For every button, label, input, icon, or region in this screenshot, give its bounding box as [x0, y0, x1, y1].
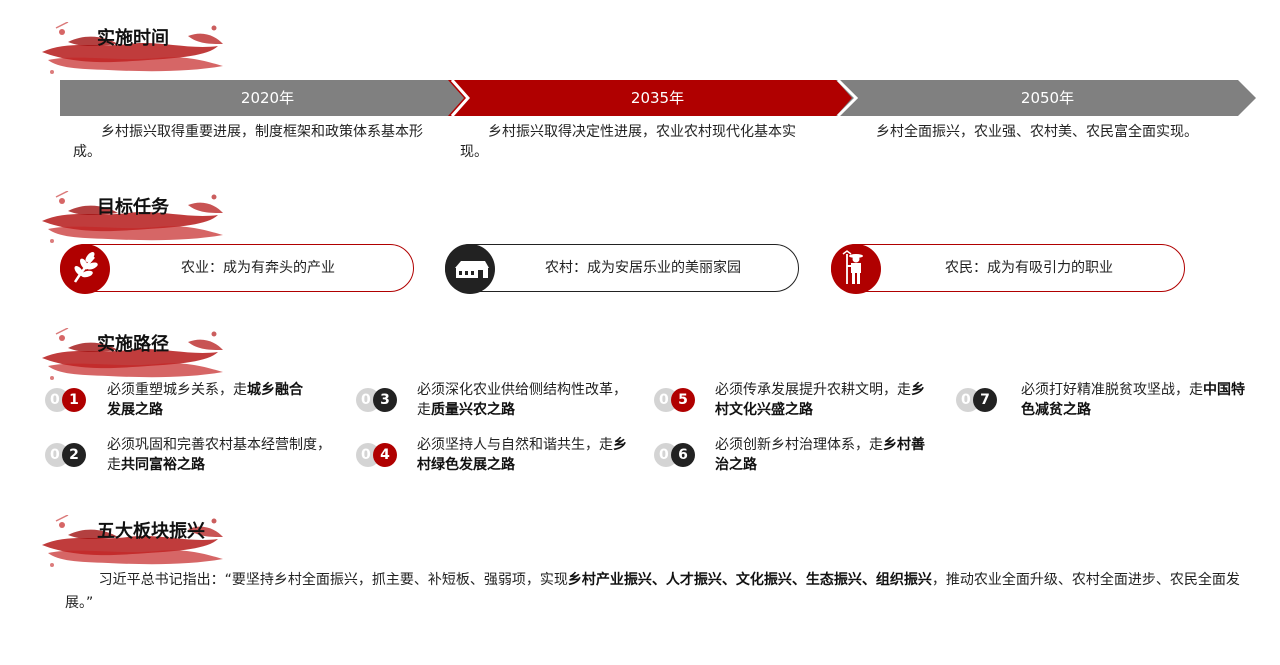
goal-agriculture-text: 农业：成为有奔头的产业: [181, 260, 335, 276]
wheat-icon: [60, 244, 110, 294]
section-title-paths: 实施路径: [97, 334, 169, 355]
timeline-year-2020: 2020年: [240, 89, 295, 107]
timeline-text-2020: 乡村振兴取得重要进展，制度框架和政策体系基本形成。: [73, 124, 423, 160]
path-item-text: 必须坚持人与自然和谐共生，走乡村绿色发展之路: [417, 437, 627, 473]
timeline-year-2035: 2035年: [630, 89, 685, 107]
path-number-badge: 06: [654, 443, 702, 467]
house-icon: [445, 244, 495, 294]
section-title-goals: 目标任务: [97, 197, 169, 218]
goal-farmer: 农民：成为有吸引力的职业: [831, 244, 1185, 294]
timeline-year-2050: 2050年: [1020, 89, 1075, 107]
section-time-header: 实施时间: [38, 22, 238, 82]
goal-farmer-text: 农民：成为有吸引力的职业: [945, 260, 1113, 276]
path-item-text: 必须深化农业供给侧结构性改革，走质量兴农之路: [417, 382, 627, 418]
goal-agriculture: 农业：成为有奔头的产业: [60, 244, 414, 294]
path-number-badge: 07: [956, 388, 1004, 412]
path-item-text: 必须巩固和完善农村基本经营制度，走共同富裕之路: [107, 437, 331, 473]
path-number-badge: 02: [45, 443, 93, 467]
farmer-icon: [831, 244, 881, 294]
path-item-text: 必须重塑城乡关系，走城乡融合发展之路: [107, 382, 303, 418]
path-item-text: 必须传承发展提升农耕文明，走乡村文化兴盛之路: [715, 382, 925, 418]
timeline-text-2035: 乡村振兴取得决定性进展，农业农村现代化基本实现。: [460, 124, 796, 160]
path-number-badge: 05: [654, 388, 702, 412]
section-five-header: 五大板块振兴: [38, 515, 238, 575]
path-number-badge: 01: [45, 388, 93, 412]
section-paths-header: 实施路径: [38, 328, 238, 388]
section-title-five: 五大板块振兴: [97, 521, 205, 542]
timeline-text-2050: 乡村全面振兴，农业强、农村美、农民富全面实现。: [876, 124, 1198, 140]
goal-village-text: 农村：成为安居乐业的美丽家园: [545, 260, 741, 276]
path-number-badge: 03: [356, 388, 404, 412]
quote-paragraph: 习近平总书记指出：“要坚持乡村全面振兴，抓主要、补短板、强弱项，实现乡村产业振兴…: [65, 572, 1240, 611]
goal-village: 农村：成为安居乐业的美丽家园: [445, 244, 799, 294]
path-item-text: 必须打好精准脱贫攻坚战，走中国特色减贫之路: [1021, 382, 1245, 418]
section-title-time: 实施时间: [97, 28, 169, 49]
path-number-badge: 04: [356, 443, 404, 467]
path-item-text: 必须创新乡村治理体系，走乡村善治之路: [715, 437, 925, 473]
section-goals-header: 目标任务: [38, 191, 238, 251]
